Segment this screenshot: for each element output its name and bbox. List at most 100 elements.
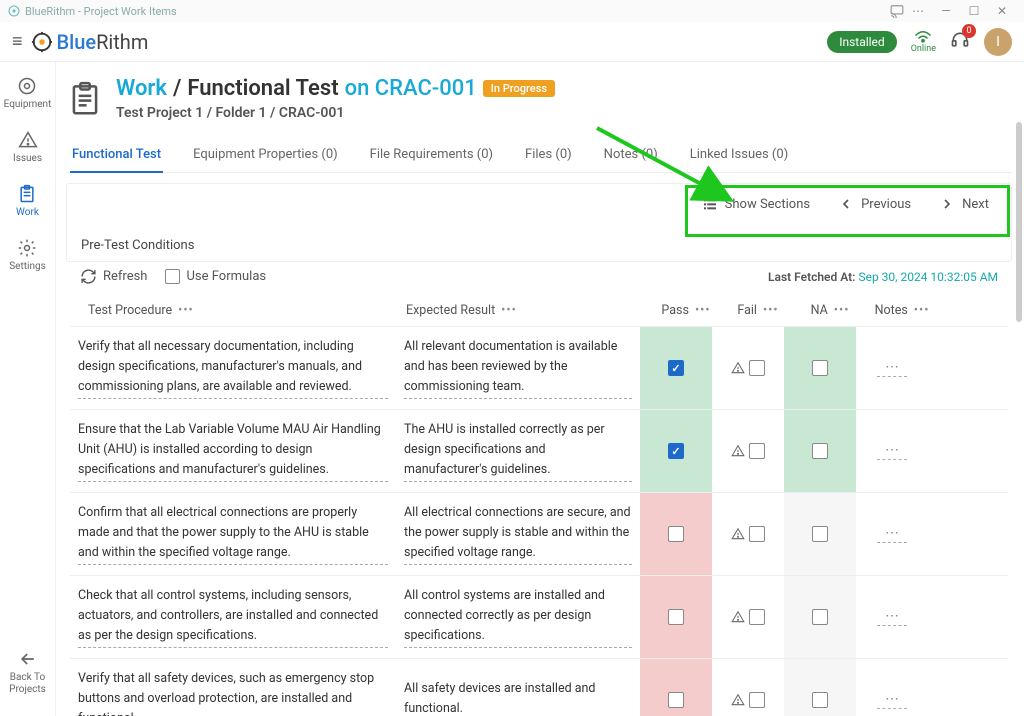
expected-cell[interactable]: All control systems are installed and co…: [396, 576, 640, 658]
pass-checkbox[interactable]: [668, 609, 684, 625]
sidebar-item-equipment[interactable]: Equipment: [4, 76, 52, 110]
notes-cell[interactable]: ⋯: [856, 327, 928, 409]
show-sections-button[interactable]: Show Sections: [702, 196, 810, 212]
tabs: Functional Test Equipment Properties (0)…: [66, 139, 1012, 173]
column-menu-icon[interactable]: •••: [914, 303, 930, 318]
sidebar: Equipment Issues Work Settings Back To P…: [0, 62, 56, 716]
warning-icon: [731, 693, 745, 707]
notes-icon: ⋯: [877, 442, 907, 460]
list-icon: [702, 196, 718, 212]
sidebar-item-back[interactable]: Back To Projects: [0, 649, 55, 696]
fail-checkbox[interactable]: [749, 609, 765, 625]
procedure-cell[interactable]: Ensure that the Lab Variable Volume MAU …: [70, 410, 396, 492]
na-cell: [784, 493, 856, 575]
procedure-cell[interactable]: Verify that all safety devices, such as …: [70, 659, 396, 716]
cast-icon[interactable]: [890, 4, 904, 18]
notes-cell[interactable]: ⋯: [856, 493, 928, 575]
previous-button[interactable]: Previous: [838, 196, 911, 212]
tab-functional-test[interactable]: Functional Test: [70, 139, 163, 172]
na-checkbox[interactable]: [812, 692, 828, 708]
tab-notes[interactable]: Notes (0): [602, 139, 660, 172]
use-formulas-toggle[interactable]: Use Formulas: [165, 269, 266, 284]
column-menu-icon[interactable]: •••: [695, 303, 711, 318]
minimize-icon[interactable]: —: [932, 4, 960, 18]
column-menu-icon[interactable]: •••: [834, 303, 850, 318]
tab-linked-issues[interactable]: Linked Issues (0): [688, 139, 790, 172]
main-content: Work / Functional Test on CRAC-001 In Pr…: [56, 62, 1024, 716]
clipboard-icon: [17, 184, 37, 204]
sidebar-item-issues[interactable]: Issues: [13, 130, 42, 164]
pass-checkbox[interactable]: [668, 526, 684, 542]
notes-cell[interactable]: ⋯: [856, 576, 928, 658]
column-menu-icon[interactable]: •••: [178, 303, 194, 318]
last-fetched: Last Fetched At: Sep 30, 2024 10:32:05 A…: [768, 270, 998, 284]
app-topbar: ≡ BlueRithm Installed Online 0 I: [0, 22, 1024, 62]
app-logo-icon: [8, 5, 20, 17]
na-checkbox[interactable]: [812, 526, 828, 542]
more-window-icon[interactable]: ⋯: [904, 4, 932, 18]
pass-cell: [640, 576, 712, 658]
connection-status: Online: [911, 30, 936, 54]
sidebar-item-work[interactable]: Work: [16, 184, 39, 218]
notifications-button[interactable]: 0: [950, 30, 970, 54]
na-checkbox[interactable]: [812, 360, 828, 376]
avatar[interactable]: I: [984, 28, 1012, 56]
pass-cell: [640, 493, 712, 575]
notes-cell[interactable]: ⋯: [856, 659, 928, 716]
warning-icon: [731, 444, 745, 458]
installed-badge[interactable]: Installed: [827, 31, 897, 53]
notes-icon: ⋯: [877, 525, 907, 543]
tab-files[interactable]: Files (0): [523, 139, 574, 172]
page-title: Work / Functional Test on CRAC-001 In Pr…: [116, 76, 555, 101]
notes-cell[interactable]: ⋯: [856, 410, 928, 492]
tab-equipment-properties[interactable]: Equipment Properties (0): [191, 139, 340, 172]
table-row: Ensure that the Lab Variable Volume MAU …: [70, 409, 1008, 492]
arrow-left-icon: [18, 649, 38, 669]
notes-icon: ⋯: [877, 359, 907, 377]
fail-checkbox[interactable]: [749, 443, 765, 459]
procedure-cell[interactable]: Verify that all necessary documentation,…: [70, 327, 396, 409]
expected-cell[interactable]: All relevant documentation is available …: [396, 327, 640, 409]
pass-checkbox[interactable]: [668, 360, 684, 376]
fail-checkbox[interactable]: [749, 526, 765, 542]
notes-icon: ⋯: [877, 691, 907, 709]
table-header: Test Procedure••• Expected Result••• Pas…: [70, 295, 1008, 326]
na-checkbox[interactable]: [812, 609, 828, 625]
table-row: Confirm that all electrical connections …: [70, 492, 1008, 575]
chevron-right-icon: [939, 196, 955, 212]
tab-file-requirements[interactable]: File Requirements (0): [368, 139, 495, 172]
fail-cell: [712, 659, 784, 716]
maximize-icon[interactable]: ☐: [960, 4, 988, 18]
test-table: Test Procedure••• Expected Result••• Pas…: [66, 295, 1012, 716]
expected-cell[interactable]: All electrical connections are secure, a…: [396, 493, 640, 575]
expected-cell[interactable]: All safety devices are installed and fun…: [396, 659, 640, 716]
next-button[interactable]: Next: [939, 196, 989, 212]
brand-logo[interactable]: BlueRithm: [31, 30, 149, 54]
section-bar: Show Sections Previous Next Pre-Test Con…: [66, 183, 1012, 262]
fail-checkbox[interactable]: [749, 692, 765, 708]
menu-icon[interactable]: ≡: [12, 31, 23, 52]
fail-checkbox[interactable]: [749, 360, 765, 376]
procedure-cell[interactable]: Confirm that all electrical connections …: [70, 493, 396, 575]
column-menu-icon[interactable]: •••: [501, 303, 517, 318]
table-row: Check that all control systems, includin…: [70, 575, 1008, 658]
na-checkbox[interactable]: [812, 443, 828, 459]
expected-cell[interactable]: The AHU is installed correctly as per de…: [396, 410, 640, 492]
checkbox-icon: [165, 269, 180, 284]
procedure-cell[interactable]: Check that all control systems, includin…: [70, 576, 396, 658]
column-menu-icon[interactable]: •••: [763, 303, 779, 318]
notes-icon: ⋯: [877, 608, 907, 626]
pass-cell: [640, 659, 712, 716]
sidebar-item-settings[interactable]: Settings: [9, 238, 46, 272]
breadcrumb[interactable]: Test Project 1 / Folder 1 / CRAC-001: [116, 105, 555, 121]
brand-text-blue: Blue: [57, 30, 97, 54]
scrollbar[interactable]: [1016, 122, 1022, 322]
equipment-icon: [17, 76, 37, 96]
pass-checkbox[interactable]: [668, 692, 684, 708]
pass-cell: [640, 410, 712, 492]
close-window-icon[interactable]: ✕: [988, 4, 1016, 18]
warning-icon: [731, 361, 745, 375]
fail-cell: [712, 410, 784, 492]
pass-checkbox[interactable]: [668, 443, 684, 459]
refresh-button[interactable]: Refresh: [80, 268, 147, 285]
